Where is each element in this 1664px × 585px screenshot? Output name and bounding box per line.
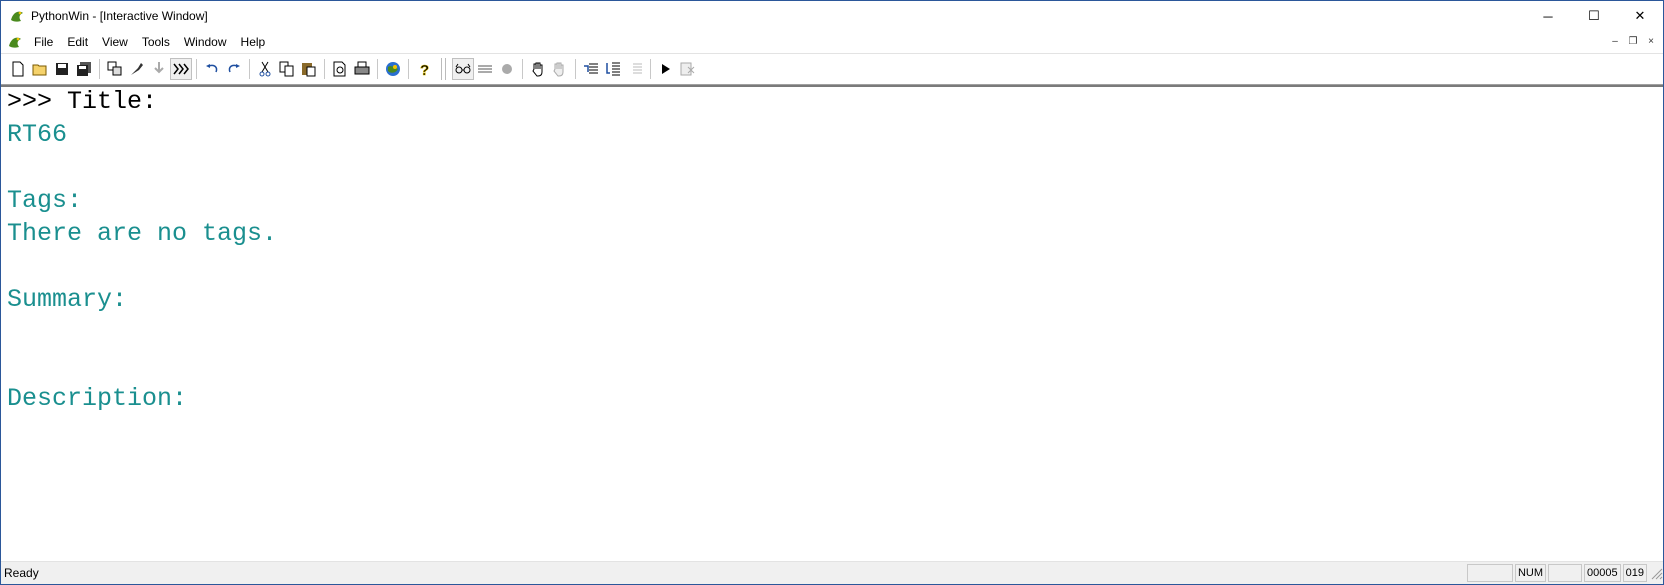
window-title: PythonWin - [Interactive Window] — [31, 9, 208, 23]
title-bar[interactable]: PythonWin - [Interactive Window] ─ ☐ ✕ — [1, 1, 1663, 31]
mdi-close-button[interactable]: × — [1643, 35, 1659, 49]
breakpoint-icon[interactable] — [496, 58, 518, 80]
cut-icon[interactable] — [254, 58, 276, 80]
toolbar-grip[interactable] — [441, 58, 446, 80]
save-icon[interactable] — [51, 58, 73, 80]
toolbar-separator — [196, 59, 197, 79]
close-button[interactable]: ✕ — [1617, 1, 1663, 31]
menu-edit[interactable]: Edit — [60, 31, 95, 53]
save-all-icon[interactable] — [73, 58, 95, 80]
copy-icon[interactable] — [276, 58, 298, 80]
menu-view[interactable]: View — [95, 31, 135, 53]
console-input: Title: — [67, 87, 158, 116]
step-icon[interactable] — [549, 58, 571, 80]
console-output-line: Description: — [7, 384, 188, 413]
toolbar-separator — [99, 59, 100, 79]
menu-tools[interactable]: Tools — [135, 31, 177, 53]
column-number: 019 — [1622, 564, 1647, 582]
resize-grip-icon[interactable] — [1649, 566, 1663, 580]
watch-icon[interactable] — [452, 58, 474, 80]
console-output-line: Tags: — [7, 186, 83, 215]
import-icon[interactable] — [148, 58, 170, 80]
toolbar-separator — [522, 59, 523, 79]
mdi-restore-button[interactable]: ❐ — [1625, 35, 1641, 49]
toolbar-separator — [377, 59, 378, 79]
status-text: Ready — [4, 566, 39, 580]
paste-icon[interactable] — [298, 58, 320, 80]
console-output-line: There are no tags. — [7, 219, 278, 248]
console-output-line: RT66 — [7, 120, 68, 149]
hand-icon[interactable] — [527, 58, 549, 80]
step-over-icon[interactable] — [580, 58, 602, 80]
go-icon[interactable] — [655, 58, 677, 80]
menu-bar: File Edit View Tools Window Help – ❐ × — [1, 31, 1663, 53]
minimize-button[interactable]: ─ — [1525, 1, 1571, 31]
print-icon[interactable] — [351, 58, 373, 80]
toolbar: ? — [1, 53, 1663, 85]
step-out-icon[interactable] — [602, 58, 624, 80]
mdi-minimize-button[interactable]: – — [1607, 35, 1623, 49]
maximize-button[interactable]: ☐ — [1571, 1, 1617, 31]
run-icon[interactable] — [126, 58, 148, 80]
console-line: >>> Title: — [7, 85, 1663, 118]
step-back-icon[interactable] — [624, 58, 646, 80]
interactive-console[interactable]: >>> Title: RT66 Tags: There are no tags.… — [7, 85, 1663, 560]
line-number: 00005 — [1584, 564, 1621, 582]
console-prompt: >>> — [7, 87, 68, 116]
toolbar-separator — [249, 59, 250, 79]
undo-icon[interactable] — [201, 58, 223, 80]
redo-icon[interactable] — [223, 58, 245, 80]
stack-icon[interactable] — [474, 58, 496, 80]
console-output-line: Summary: — [7, 285, 128, 314]
svg-text:?: ? — [420, 62, 429, 77]
new-file-icon[interactable] — [7, 58, 29, 80]
app-window: PythonWin - [Interactive Window] ─ ☐ ✕ F… — [0, 0, 1664, 585]
toolbar-separator — [408, 59, 409, 79]
menu-file[interactable]: File — [27, 31, 60, 53]
toolbar-separator — [650, 59, 651, 79]
close-debugger-icon[interactable] — [677, 58, 699, 80]
locate-icon[interactable] — [104, 58, 126, 80]
menu-window[interactable]: Window — [177, 31, 234, 53]
pythonwin-icon — [11, 11, 23, 22]
toolbar-separator — [575, 59, 576, 79]
status-bar: Ready NUM 00005 019 — [1, 561, 1663, 584]
menu-help[interactable]: Help — [234, 31, 273, 53]
browser-icon[interactable] — [382, 58, 404, 80]
status-pane-empty — [1548, 564, 1583, 582]
document-system-menu-icon[interactable] — [7, 34, 23, 50]
print-preview-icon[interactable] — [329, 58, 351, 80]
help-icon[interactable]: ? — [413, 58, 435, 80]
status-pane-empty — [1466, 564, 1513, 582]
toolbar-separator — [324, 59, 325, 79]
interactive-icon[interactable] — [170, 58, 192, 80]
num-lock-indicator: NUM — [1514, 564, 1547, 582]
open-folder-icon[interactable] — [29, 58, 51, 80]
